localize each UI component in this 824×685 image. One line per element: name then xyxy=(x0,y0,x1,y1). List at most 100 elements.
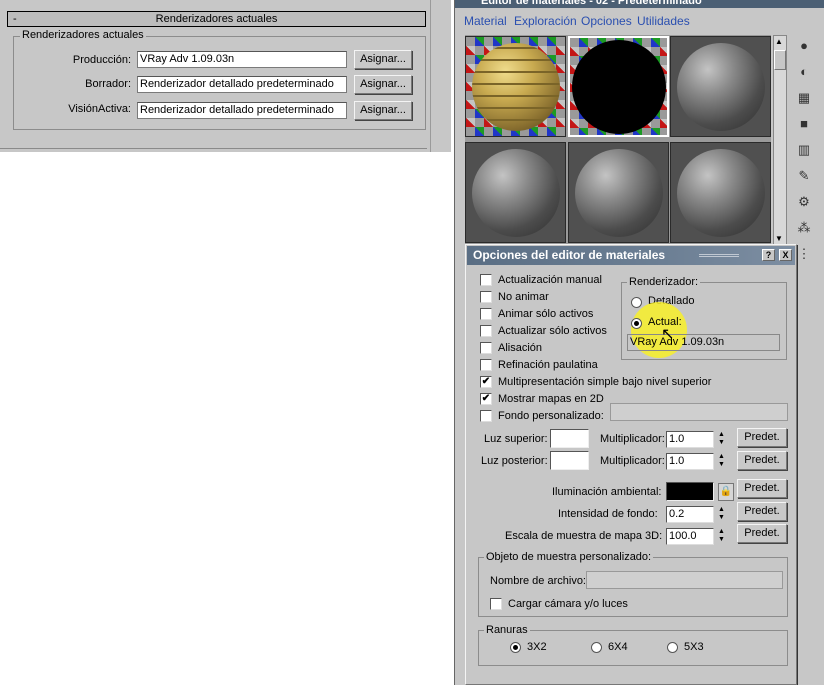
simple-multi-display-checkbox[interactable]: ✔ xyxy=(480,376,492,388)
gray-material-sphere xyxy=(677,149,765,237)
draft-assign-button[interactable]: Asignar... xyxy=(354,75,412,94)
progressive-refinement-label: Refinación paulatina xyxy=(498,359,598,371)
material-editor-titlebar[interactable]: Editor de materiales - 02 - Predetermina… xyxy=(455,0,824,8)
brick-material-sphere xyxy=(472,43,560,131)
sample-slot-1[interactable] xyxy=(465,36,566,137)
production-label: Producción: xyxy=(72,54,131,66)
sample-slots-area xyxy=(465,35,771,247)
menu-material[interactable]: Material xyxy=(464,14,507,28)
background-intensity-spinner-icon[interactable]: ▲ ▼ xyxy=(716,506,727,523)
show-maps-2d-checkbox[interactable]: ✔ xyxy=(480,393,492,405)
rollout-collapse-toggle[interactable]: - xyxy=(13,12,17,26)
sample-uv-icon[interactable]: ■ xyxy=(795,115,813,133)
ambient-default-button[interactable]: Predet. xyxy=(737,479,787,498)
ambient-light-label: Iluminación ambiental: xyxy=(552,486,662,498)
current-renderers-group-label: Renderizadores actuales xyxy=(20,29,146,41)
back-light-spinner-icon[interactable]: ▲ ▼ xyxy=(716,453,727,470)
video-color-icon[interactable]: ▥ xyxy=(795,141,813,159)
slots-5x3-radio[interactable] xyxy=(667,642,678,653)
help-button[interactable]: ? xyxy=(762,249,775,261)
renderer-detailed-radio[interactable] xyxy=(631,297,642,308)
update-active-only-checkbox[interactable] xyxy=(480,325,492,337)
map-sample-scale-field[interactable]: 100.0 xyxy=(666,528,714,545)
custom-background-checkbox[interactable] xyxy=(480,410,492,422)
panel-bottom-edge xyxy=(0,148,427,152)
back-light-default-button[interactable]: Predet. xyxy=(737,451,787,470)
background-intensity-label: Intensidad de fondo: xyxy=(558,508,658,520)
animate-active-only-checkbox[interactable] xyxy=(480,308,492,320)
scrollbar-thumb[interactable] xyxy=(774,50,786,70)
backlight-icon[interactable]: ◐ xyxy=(795,63,813,81)
scroll-down-arrow-icon[interactable]: ▼ xyxy=(775,234,783,243)
activeshade-renderer-field: Renderizador detallado predeterminado xyxy=(137,102,347,119)
show-maps-2d-label: Mostrar mapas en 2D xyxy=(498,393,604,405)
back-light-color-swatch[interactable] xyxy=(550,451,589,470)
material-editor-menubar: Material Exploración Opciones Utilidades xyxy=(455,9,824,31)
filename-button[interactable] xyxy=(586,571,783,589)
background-icon[interactable]: ▦ xyxy=(795,89,813,107)
ambient-light-color-swatch[interactable] xyxy=(666,482,714,501)
custom-sample-object-label: Objeto de muestra personalizado: xyxy=(484,551,654,563)
material-editor-options-dialog: Opciones del editor de materiales ? X Ac… xyxy=(465,244,797,685)
map-sample-scale-default-button[interactable]: Predet. xyxy=(737,524,787,543)
sample-slot-2[interactable] xyxy=(568,36,669,137)
sample-slot-3[interactable] xyxy=(670,36,771,137)
slots-3x2-radio[interactable] xyxy=(510,642,521,653)
filename-label: Nombre de archivo: xyxy=(490,575,586,587)
slots-group-label: Ranuras xyxy=(484,624,530,636)
slots-6x4-radio[interactable] xyxy=(591,642,602,653)
mouse-cursor-icon: ↖ xyxy=(661,326,675,343)
menu-opciones[interactable]: Opciones xyxy=(581,14,632,28)
scroll-up-arrow-icon[interactable]: ▲ xyxy=(775,37,783,46)
map-sample-scale-spinner-icon[interactable]: ▲ ▼ xyxy=(716,528,727,545)
titlebar-grip xyxy=(699,254,739,257)
rollout-title: Renderizadores actuales xyxy=(155,13,278,25)
custom-background-file-button[interactable] xyxy=(610,403,788,421)
material-navigator-icon[interactable]: ⋮ xyxy=(795,245,813,263)
close-button[interactable]: X xyxy=(779,249,792,261)
lock-icon[interactable]: 🔒 xyxy=(718,483,734,501)
update-active-only-label: Actualizar sólo activos xyxy=(498,325,607,337)
select-by-material-icon[interactable]: ⁂ xyxy=(795,219,813,237)
draft-renderer-field: Renderizador detallado predeterminado xyxy=(137,76,347,93)
sample-slot-5[interactable] xyxy=(568,142,669,243)
menu-exploracion[interactable]: Exploración xyxy=(514,14,577,28)
top-light-multiplier-label: Multiplicador: xyxy=(600,433,665,445)
slots-3x2-label: 3X2 xyxy=(527,641,547,653)
background-intensity-default-button[interactable]: Predet. xyxy=(737,502,787,521)
production-assign-button[interactable]: Asignar... xyxy=(354,50,412,69)
renderer-group-label: Renderizador: xyxy=(627,276,701,288)
options-icon[interactable]: ⚙ xyxy=(795,193,813,211)
top-light-color-swatch[interactable] xyxy=(550,429,589,448)
dont-animate-checkbox[interactable] xyxy=(480,291,492,303)
load-camera-lights-label: Cargar cámara y/o luces xyxy=(508,598,628,610)
top-light-label: Luz superior: xyxy=(484,433,548,445)
current-renderer-field: VRay Adv 1.09.03n xyxy=(627,334,780,351)
activeshade-assign-button[interactable]: Asignar... xyxy=(354,101,412,120)
draft-label: Borrador: xyxy=(85,78,131,90)
rollout-header-current-renderers[interactable]: - Renderizadores actuales xyxy=(7,11,426,27)
options-dialog-titlebar[interactable]: Opciones del editor de materiales ? X xyxy=(467,246,795,265)
renderer-current-radio[interactable] xyxy=(631,318,642,329)
load-camera-lights-checkbox[interactable] xyxy=(490,598,502,610)
antialiasing-label: Alisación xyxy=(498,342,543,354)
top-light-multiplier-field[interactable]: 1.0 xyxy=(666,431,714,448)
custom-background-label: Fondo personalizado: xyxy=(498,410,604,422)
manual-update-checkbox[interactable] xyxy=(480,274,492,286)
top-light-default-button[interactable]: Predet. xyxy=(737,428,787,447)
progressive-refinement-checkbox[interactable] xyxy=(480,359,492,371)
sample-slots-scrollbar[interactable]: ▲ ▼ xyxy=(773,35,787,247)
make-preview-icon[interactable]: ✎ xyxy=(795,167,813,185)
antialiasing-checkbox[interactable] xyxy=(480,342,492,354)
slots-5x3-label: 5X3 xyxy=(684,641,704,653)
dont-animate-label: No animar xyxy=(498,291,549,303)
render-setup-panel: - Renderizadores actuales Renderizadores… xyxy=(0,0,451,152)
top-light-spinner-icon[interactable]: ▲ ▼ xyxy=(716,431,727,448)
panel-scroll-gutter xyxy=(430,0,451,152)
sample-slot-6[interactable] xyxy=(670,142,771,243)
sample-type-icon[interactable]: ● xyxy=(795,37,813,55)
back-light-multiplier-field[interactable]: 1.0 xyxy=(666,453,714,470)
background-intensity-field[interactable]: 0.2 xyxy=(666,506,714,523)
menu-utilidades[interactable]: Utilidades xyxy=(637,14,690,28)
sample-slot-4[interactable] xyxy=(465,142,566,243)
